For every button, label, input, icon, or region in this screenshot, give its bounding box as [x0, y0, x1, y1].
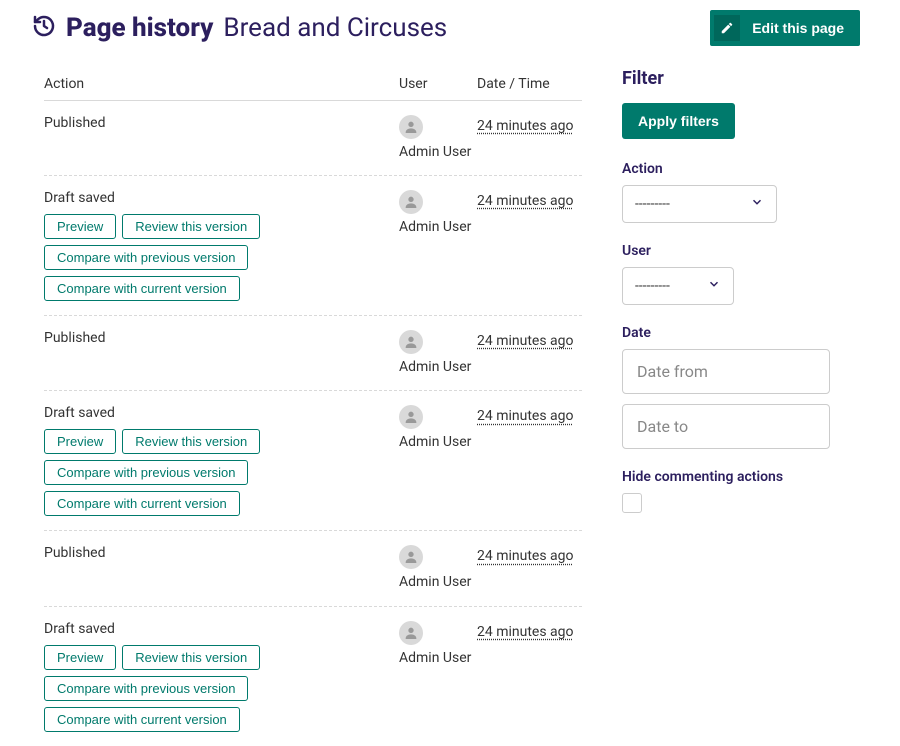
user-name: Admin User	[399, 433, 477, 451]
table-row: Draft saved PreviewReview this version Com…	[44, 176, 582, 316]
date-from-input[interactable]: Date from	[622, 349, 830, 394]
filter-user-label: User	[622, 243, 860, 259]
history-table: Action User Date / Time PublishedAdmin U…	[32, 68, 582, 746]
column-header-date: Date / Time	[477, 76, 582, 92]
table-row: Draft savedPreviewReview this versionCom…	[44, 607, 582, 746]
page-header: Page history Bread and Circuses Edit thi…	[32, 10, 860, 46]
table-row: PublishedAdmin User24 minutes ago	[44, 101, 582, 176]
filter-title: Filter	[622, 68, 860, 89]
action-label: Draft saved	[44, 621, 399, 637]
edit-page-button[interactable]: Edit this page	[710, 10, 860, 46]
user-name: Admin User	[399, 573, 477, 591]
compare-curr-button[interactable]: Compare with current version	[44, 276, 240, 301]
column-header-user: User	[399, 76, 477, 92]
filter-date-label: Date	[622, 325, 860, 341]
pencil-icon	[714, 15, 740, 41]
review-button[interactable]: Review this version	[122, 214, 260, 239]
user-name: Admin User	[399, 218, 477, 236]
page-title: Page history	[66, 13, 213, 43]
table-row: PublishedAdmin User24 minutes ago	[44, 531, 582, 606]
preview-button[interactable]: Preview	[44, 429, 116, 454]
compare-curr-button[interactable]: Compare with current version	[44, 707, 240, 732]
date-link[interactable]: 24 minutes ago	[477, 333, 574, 349]
user-name: Admin User	[399, 358, 477, 376]
compare-prev-button[interactable]: Compare with previous version	[44, 460, 248, 485]
user-name: Admin User	[399, 649, 477, 667]
chevron-down-icon	[707, 277, 721, 295]
compare-prev-button[interactable]: Compare with previous version	[44, 676, 248, 701]
table-row: PublishedAdmin User24 minutes ago	[44, 316, 582, 391]
preview-button[interactable]: Preview	[44, 214, 116, 239]
action-label: Published	[44, 545, 399, 561]
hide-comments-checkbox[interactable]	[622, 493, 642, 513]
avatar	[399, 330, 423, 354]
filter-action-label: Action	[622, 161, 860, 177]
table-row: Draft saved PreviewReview this version Com…	[44, 391, 582, 531]
date-link[interactable]: 24 minutes ago	[477, 548, 574, 564]
apply-filters-button[interactable]: Apply filters	[622, 103, 735, 139]
avatar	[399, 405, 423, 429]
action-label: Draft saved	[44, 190, 399, 206]
user-name: Admin User	[399, 143, 477, 161]
date-link[interactable]: 24 minutes ago	[477, 193, 574, 209]
date-link[interactable]: 24 minutes ago	[477, 408, 574, 424]
column-header-action: Action	[44, 76, 399, 92]
filter-sidebar: Filter Apply filters Action --------- Us…	[622, 68, 860, 746]
table-header: Action User Date / Time	[44, 68, 582, 101]
filter-action-select[interactable]: ---------	[622, 185, 777, 223]
date-to-input[interactable]: Date to	[622, 404, 830, 449]
hide-comments-label: Hide commenting actions	[622, 469, 860, 485]
compare-curr-button[interactable]: Compare with current version	[44, 491, 240, 516]
avatar	[399, 545, 423, 569]
date-link[interactable]: 24 minutes ago	[477, 624, 574, 640]
history-icon	[32, 14, 56, 42]
review-button[interactable]: Review this version	[122, 429, 260, 454]
chevron-down-icon	[750, 195, 764, 213]
action-label: Published	[44, 330, 399, 346]
avatar	[399, 115, 423, 139]
avatar	[399, 621, 423, 645]
compare-prev-button[interactable]: Compare with previous version	[44, 245, 248, 270]
action-label: Published	[44, 115, 399, 131]
action-label: Draft saved	[44, 405, 399, 421]
avatar	[399, 190, 423, 214]
date-link[interactable]: 24 minutes ago	[477, 118, 574, 134]
filter-user-select[interactable]: ---------	[622, 267, 734, 305]
page-name: Bread and Circuses	[223, 13, 447, 43]
